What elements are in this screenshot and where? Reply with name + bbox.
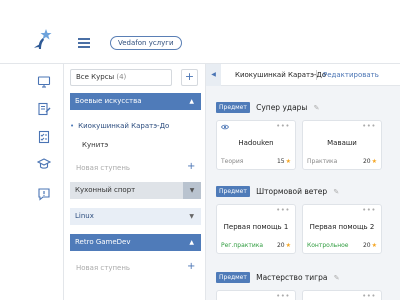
more-options-icon[interactable]: •••: [362, 122, 376, 130]
lesson-score: 15★: [276, 158, 291, 165]
course-filter-label: Все Курсы: [76, 73, 115, 81]
lesson-card[interactable]: ••• Первая помощь 1 Рег.практика 20★: [216, 204, 296, 254]
pencil-icon[interactable]: ✎: [314, 104, 320, 112]
chevron-left-icon: ◀: [211, 71, 216, 78]
eye-icon[interactable]: [221, 124, 229, 130]
step-item-label: Кунитэ: [82, 141, 109, 149]
lesson-card[interactable]: ••• Hadouken Теория 15★: [216, 120, 296, 170]
course-group-martial-arts[interactable]: Боевые искусства ▲: [70, 93, 201, 110]
chevron-down-icon: ▼: [189, 213, 194, 220]
lesson-name: Первая помощь 1: [223, 223, 289, 231]
subject-row: Предмет Мастерство тигра ✎: [216, 272, 340, 284]
alert-message-icon[interactable]: [37, 187, 51, 201]
checklist-icon[interactable]: [37, 130, 51, 144]
edit-link[interactable]: Редактировать: [323, 71, 379, 79]
lesson-card[interactable]: •••: [302, 290, 382, 300]
chevron-down-icon[interactable]: ▼: [183, 182, 201, 199]
lesson-score: 20★: [276, 242, 291, 249]
pencil-icon[interactable]: ✎: [334, 274, 340, 282]
subject-name: Штормовой ветер: [256, 187, 328, 196]
add-step-button[interactable]: +: [187, 161, 195, 172]
add-course-button[interactable]: +: [181, 69, 198, 86]
course-group-label: Linux: [75, 212, 94, 220]
lesson-type: Практика: [307, 158, 338, 165]
courses-column: Все Курсы (4) + Боевые искусства ▲ • Киок…: [64, 64, 206, 300]
add-step-button[interactable]: +: [187, 261, 195, 272]
subject-row: Предмет Супер удары ✎: [216, 102, 319, 114]
new-step-label: Новая ступень: [76, 264, 131, 272]
pencil-icon[interactable]: ✎: [333, 188, 339, 196]
subject-name: Супер удары: [256, 103, 308, 112]
chevron-up-icon: ▲: [189, 239, 194, 246]
more-options-icon[interactable]: •••: [276, 206, 290, 214]
lesson-name: Маваши: [327, 139, 357, 147]
lesson-card[interactable]: •••: [216, 290, 296, 300]
lesson-name: Первая помощь 2: [309, 223, 375, 231]
lesson-card[interactable]: ••• Первая помощь 2 Контрольное 20★: [302, 204, 382, 254]
more-options-icon[interactable]: •••: [362, 292, 376, 300]
course-group-label: Кухонный спорт: [75, 186, 136, 194]
subject-row: Предмет Штормовой ветер ✎: [216, 186, 339, 198]
chevron-up-icon: ▲: [189, 98, 194, 105]
step-detail-panel: ◀ Киокушинкай Каратэ-До Редактировать Пр…: [206, 64, 400, 300]
panel-header: ◀ Киокушинкай Каратэ-До Редактировать: [206, 64, 400, 86]
course-group-linux[interactable]: Linux ▼: [70, 208, 201, 225]
icon-rail: [0, 64, 64, 300]
step-item-label: Киокушинкай Каратэ-До: [78, 122, 170, 130]
lesson-type: Контрольное: [307, 242, 349, 249]
course-group-kitchen-sport[interactable]: Кухонный спорт ▼: [70, 182, 201, 199]
bullet-icon: •: [70, 122, 75, 130]
lesson-card[interactable]: ••• Маваши Практика 20★: [302, 120, 382, 170]
more-options-icon[interactable]: •••: [276, 122, 290, 130]
step-item-kyokushin[interactable]: • Киокушинкай Каратэ-До: [70, 122, 169, 130]
logo-icon[interactable]: [33, 28, 53, 52]
monitor-icon[interactable]: [37, 75, 51, 89]
course-count: (4): [116, 73, 127, 81]
lesson-score: 20★: [362, 242, 377, 249]
step-item-kunite[interactable]: Кунитэ: [82, 141, 108, 149]
star-icon: ★: [285, 158, 291, 165]
more-options-icon[interactable]: •••: [276, 292, 290, 300]
subject-name: Мастерство тигра: [256, 273, 328, 282]
course-group-label: Боевые искусства: [75, 97, 142, 105]
subject-tag: Предмет: [216, 102, 250, 113]
lesson-name: Hadouken: [238, 139, 274, 147]
step-title: Киокушинкай Каратэ-До: [235, 71, 327, 79]
subject-tag: Предмет: [216, 186, 250, 197]
more-options-icon[interactable]: •••: [362, 206, 376, 214]
lesson-score: 20★: [362, 158, 377, 165]
new-step-label: Новая ступень: [76, 164, 131, 172]
course-group-label: Retro GameDev: [75, 238, 131, 246]
lesson-type: Теория: [221, 158, 244, 165]
course-group-retro-gamedev[interactable]: Retro GameDev ▲: [70, 234, 201, 251]
service-button[interactable]: Vedafon услуги: [110, 36, 182, 50]
star-icon: ★: [371, 158, 377, 165]
subject-tag: Предмет: [216, 272, 250, 283]
lesson-type: Рег.практика: [221, 242, 264, 249]
collapse-panel-button[interactable]: ◀: [206, 64, 221, 86]
top-header: Vedafon услуги: [0, 0, 400, 64]
menu-burger-icon[interactable]: [78, 38, 90, 48]
graduation-cap-icon[interactable]: [37, 157, 51, 171]
divider: [316, 70, 317, 80]
star-icon: ★: [371, 242, 377, 249]
course-filter-select[interactable]: Все Курсы (4): [70, 69, 172, 86]
star-icon: ★: [285, 242, 291, 249]
edit-document-icon[interactable]: [37, 102, 51, 116]
